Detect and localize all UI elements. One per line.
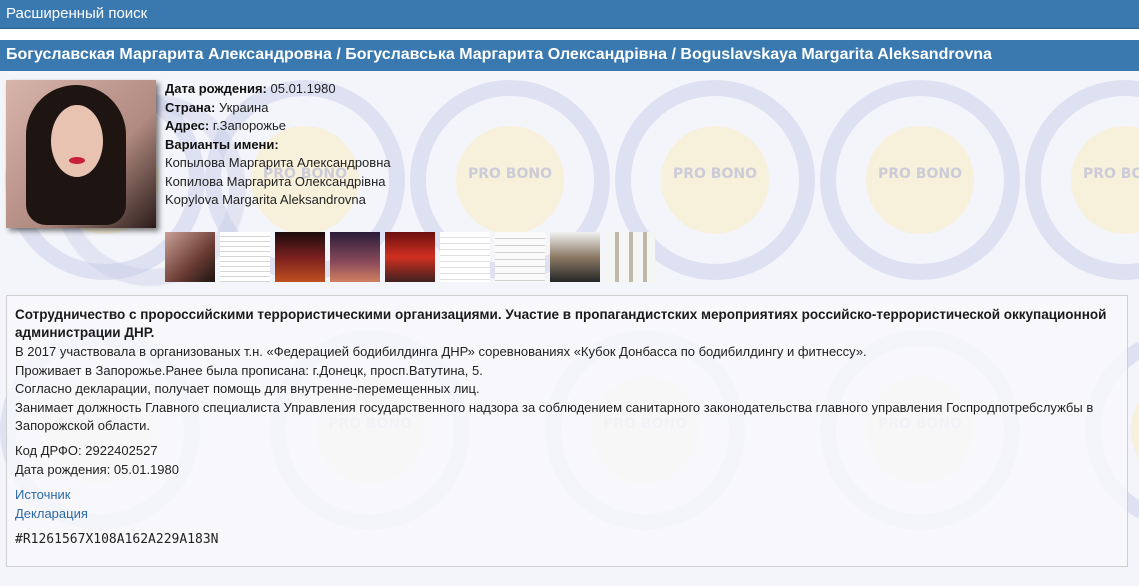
birth-date-text: Дата рождения: 05.01.1980: [15, 461, 179, 477]
country-row: Страна: Украина: [165, 99, 391, 118]
description-line: Занимает должность Главного специалиста …: [15, 399, 1094, 434]
country-value: Украина: [218, 99, 269, 115]
description-line: Проживает в Запорожье.Ранее была прописа…: [15, 362, 483, 378]
thumbnail-document[interactable]: [440, 232, 490, 282]
variants-label: Варианты имени:: [165, 136, 279, 152]
watermark-seal: PRO BONO: [1025, 80, 1139, 280]
source-links: Источник Декларация: [15, 486, 88, 523]
person-info: Дата рождения: 05.01.1980 Страна: Украин…: [165, 80, 391, 210]
thumbnail-document[interactable]: [220, 232, 270, 282]
watermark-seal: PRO BONO: [820, 80, 1020, 280]
birth-value: 05.01.1980: [270, 81, 336, 96]
record-hash: #R1261567X108A162A229A183N: [15, 532, 219, 547]
thumbnail-image[interactable]: [385, 232, 435, 282]
drfo-code: Код ДРФО: 2922402527: [15, 443, 158, 458]
description-panel: Сотрудничество с пророссийскими террорис…: [6, 295, 1128, 567]
address-row: Адрес: г.Запорожье: [165, 117, 391, 136]
variants-row: Варианты имени:: [165, 136, 391, 155]
thumbnail-document[interactable]: [495, 232, 545, 282]
thumbnail-image[interactable]: [550, 232, 600, 282]
country-label: Страна:: [165, 99, 216, 115]
name-variant: Копилова Маргарита Олександрівна: [165, 173, 386, 189]
name-variant: Копылова Маргарита Александровна: [165, 155, 391, 170]
advanced-search-title[interactable]: Расширенный поиск: [6, 5, 147, 22]
thumbnail-image[interactable]: [330, 232, 380, 282]
person-full-name: Богуславская Маргарита Александровна / Б…: [6, 46, 992, 63]
thumbnail-image[interactable]: [605, 232, 655, 282]
thumbnail-image[interactable]: [275, 232, 325, 282]
profile-photo[interactable]: [6, 80, 156, 228]
source-link[interactable]: Источник: [15, 486, 88, 505]
description-body: В 2017 участвовала в организованых т.н. …: [15, 343, 1120, 436]
description-meta: Код ДРФО: 2922402527 Дата рождения: 05.0…: [15, 442, 179, 479]
description-headline: Сотрудничество с пророссийскими террорис…: [15, 307, 1107, 340]
description-line: В 2017 участвовала в организованых т.н. …: [15, 344, 867, 359]
address-label: Адрес:: [165, 118, 210, 133]
declaration-link[interactable]: Декларация: [15, 505, 88, 524]
birth-label: Дата рождения:: [165, 81, 267, 96]
description-line: Согласно декларации, получает помощь для…: [15, 381, 480, 396]
name-variant: Kopylova Margarita Aleksandrovna: [165, 192, 366, 207]
address-value: г.Запорожье: [212, 118, 286, 133]
thumbnail-image[interactable]: [165, 232, 215, 282]
person-name-bar: Богуславская Маргарита Александровна / Б…: [0, 40, 1139, 71]
birth-row: Дата рождения: 05.01.1980: [165, 80, 391, 99]
top-header-bar: Расширенный поиск: [0, 0, 1139, 29]
